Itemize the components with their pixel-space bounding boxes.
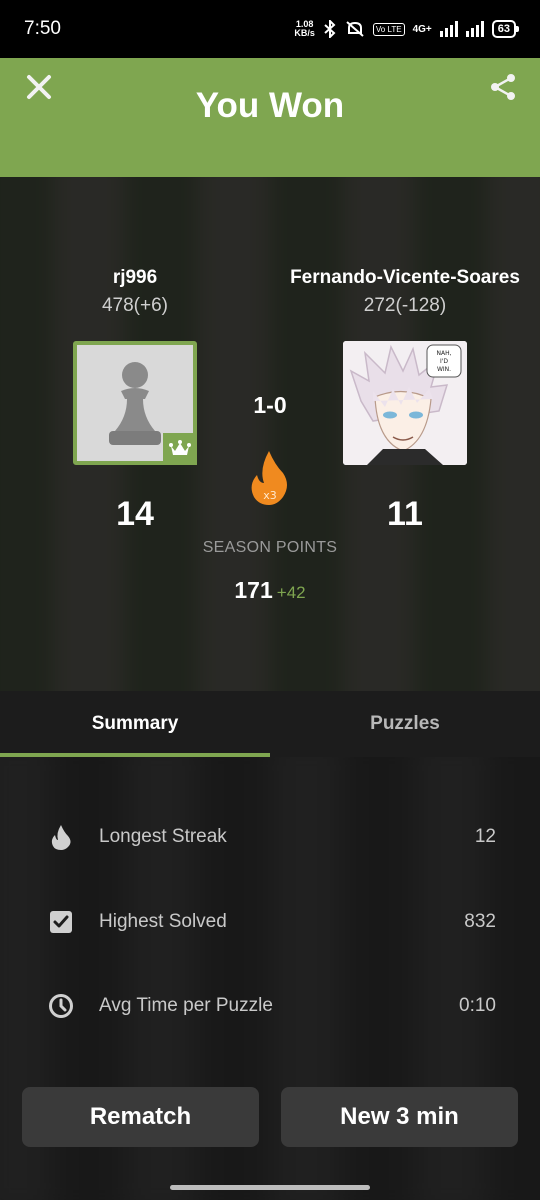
status-icons: 1.08 KB/s Vo LTE 4G+ 63 [294, 20, 520, 38]
signal-bars-1-icon [439, 21, 458, 37]
new-game-button[interactable]: New 3 min [281, 1087, 518, 1147]
season-points: 171 +42 [0, 577, 540, 604]
player-left-rating: 478(+6) [101, 295, 169, 316]
network-type: 4G+ [412, 23, 432, 35]
player-right-name: Fernando-Vicente-Soares [290, 267, 520, 288]
rematch-button[interactable]: Rematch [22, 1087, 259, 1147]
battery-indicator: 63 [491, 20, 520, 38]
stat-longest-streak: Longest Streak 12 [0, 817, 540, 857]
stat-value: 0:10 [459, 995, 496, 1016]
stat-avg-time: Avg Time per Puzzle 0:10 [0, 986, 540, 1026]
svg-text:WIN.: WIN. [437, 366, 451, 373]
stat-label: Avg Time per Puzzle [99, 995, 273, 1016]
streak-multiplier: x3 [263, 489, 277, 502]
checkbox-icon [50, 911, 72, 933]
summary-panel: Longest Streak 12 Highest Solved 832 Avg… [0, 757, 540, 1200]
mute-icon [346, 21, 364, 37]
home-indicator[interactable] [170, 1185, 370, 1190]
result-header: You Won [0, 58, 540, 177]
status-bar: 7:50 1.08 KB/s Vo LTE 4G+ 63 [0, 0, 540, 58]
bluetooth-icon [324, 20, 336, 38]
player-left-name: rj996 [112, 267, 158, 288]
player-left-info: rj996 478(+6) [60, 267, 210, 317]
player-left-avatar[interactable] [73, 341, 197, 465]
stat-label: Highest Solved [99, 911, 227, 932]
winner-badge [163, 433, 197, 465]
status-time: 7:50 [24, 18, 61, 39]
player-right-rating: 272(-128) [363, 295, 447, 316]
player-right-points: 11 [387, 495, 423, 533]
stat-value: 12 [474, 826, 496, 847]
network-speed: 1.08 KB/s [294, 20, 315, 38]
season-points-total: 171 [234, 577, 273, 603]
tab-bar: Summary Puzzles [0, 691, 540, 757]
match-summary: rj996 478(+6) Fernando-Vicente-Soares 27… [0, 177, 540, 691]
page-title: You Won [195, 86, 345, 125]
stat-value: 832 [464, 911, 496, 932]
stat-label: Longest Streak [99, 826, 227, 847]
crown-icon [169, 440, 191, 455]
streak-flame-icon: x3 [249, 449, 289, 507]
flame-icon [51, 825, 71, 850]
stat-highest-solved: Highest Solved 832 [0, 902, 540, 942]
signal-bars-2-icon [465, 21, 484, 37]
tab-puzzles[interactable]: Puzzles [270, 691, 540, 757]
anime-avatar-image: NAH, I'D WIN. [343, 341, 467, 465]
svg-text:I'D: I'D [440, 358, 448, 365]
clock-icon [49, 994, 73, 1018]
tab-summary[interactable]: Summary [0, 691, 270, 757]
battery-level: 63 [497, 23, 510, 35]
player-right-info: Fernando-Vicente-Soares 272(-128) [270, 267, 540, 317]
network-speed-unit: KB/s [294, 28, 315, 38]
season-points-label: SEASON POINTS [202, 539, 338, 556]
svg-text:NAH,: NAH, [436, 350, 451, 357]
match-score: 1-0 [253, 392, 287, 418]
season-points-gain: +42 [276, 583, 306, 602]
player-right-avatar[interactable]: NAH, I'D WIN. [343, 341, 467, 465]
player-left-points: 14 [116, 495, 154, 533]
share-icon[interactable] [488, 72, 518, 102]
volte-icon: Vo LTE [372, 22, 405, 36]
